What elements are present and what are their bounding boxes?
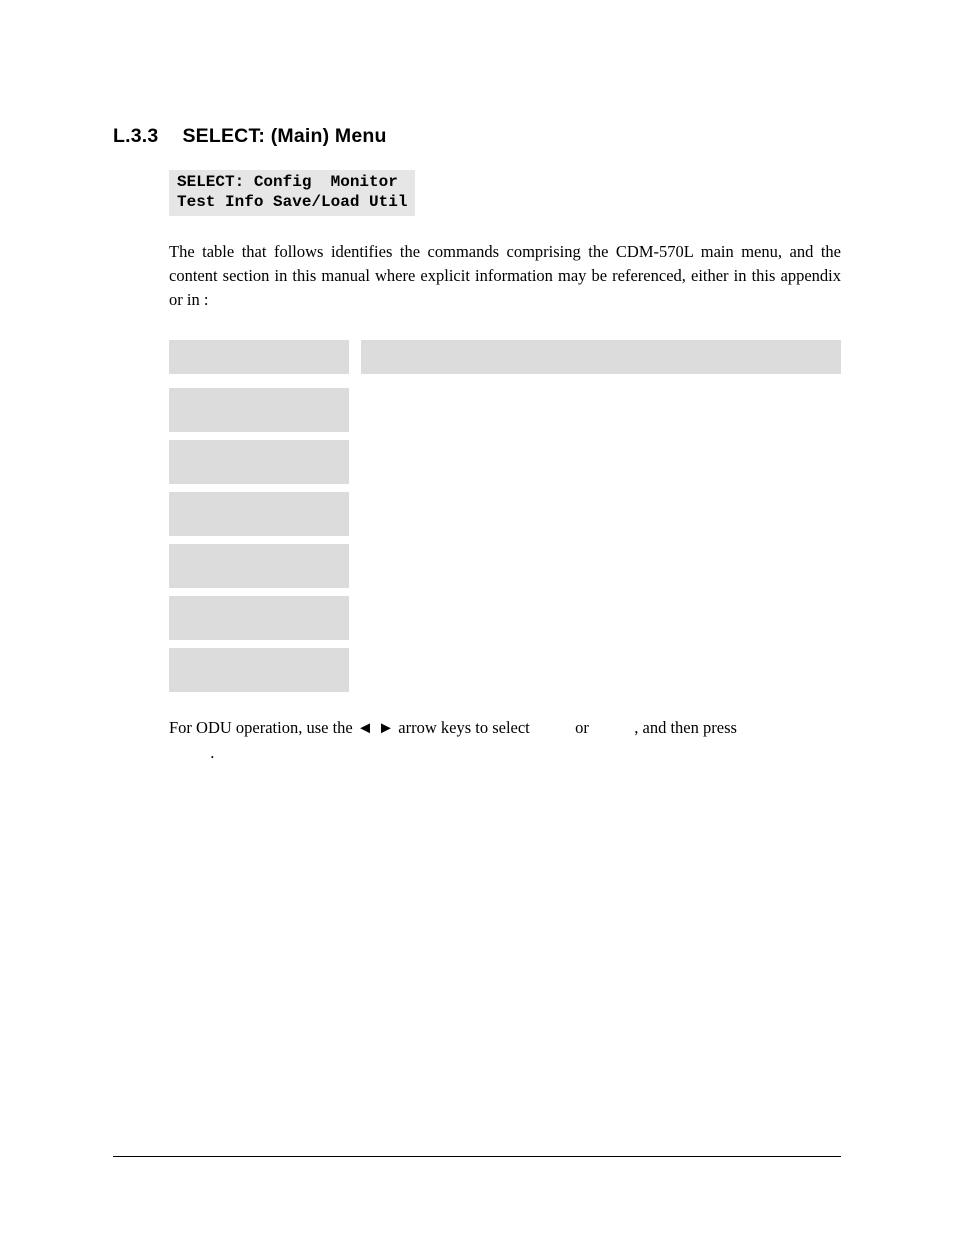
para2-seg1: For ODU operation, use the [169,718,357,737]
section-heading: L.3.3 SELECT: (Main) Menu [113,125,841,148]
para2-gap2 [593,718,634,737]
table-cell-left [169,648,349,692]
para2-gap1 [534,718,571,737]
menu-table [169,340,841,692]
table-row [169,544,841,588]
para1-seg2: : [204,290,209,309]
para1-seg1: The table that follows identifies the co… [169,242,841,309]
table-cell-right [361,440,841,484]
table-row [169,492,841,536]
lcd-display-block: SELECT: Config Monitor Test Info Save/Lo… [169,170,415,216]
table-cell-left [169,388,349,432]
para2-seg3: or [571,718,593,737]
para2-seg5: . [210,743,214,762]
heading-number: L.3.3 [113,125,158,148]
table-cell-left [169,440,349,484]
table-cell-right [361,388,841,432]
intro-paragraph: The table that follows identifies the co… [169,240,841,312]
code-line-1: SELECT: Config Monitor [177,173,398,191]
table-header-cell-selection [169,340,349,374]
table-row [169,440,841,484]
table-row [169,388,841,432]
table-cell-left [169,596,349,640]
table-cell-left [169,492,349,536]
left-right-arrow-icons: ◄ ► [357,719,394,737]
table-cell-left [169,544,349,588]
para2-seg2: arrow keys to select [394,718,534,737]
table-header-cell-description [361,340,841,374]
table-cell-right [361,544,841,588]
para2-seg4: , and then press [634,718,737,737]
heading-title: SELECT: (Main) Menu [182,125,386,147]
page: L.3.3 SELECT: (Main) Menu SELECT: Config … [0,0,954,1235]
table-cell-right [361,648,841,692]
table-cell-right [361,596,841,640]
table-row [169,596,841,640]
instruction-paragraph: For ODU operation, use the ◄ ► arrow key… [169,716,841,766]
code-line-2: Test Info Save/Load Util [177,193,407,211]
table-cell-right [361,492,841,536]
footer-separator [113,1156,841,1157]
table-header-row [169,340,841,374]
para2-indent [169,743,210,762]
table-row [169,648,841,692]
